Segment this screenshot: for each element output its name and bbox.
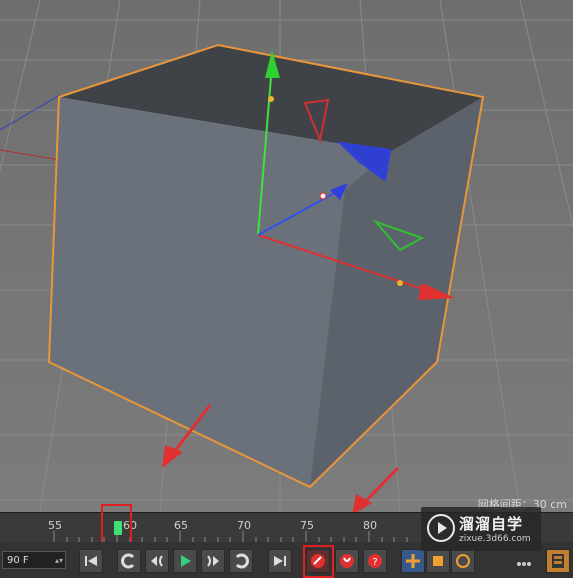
previous-key-button[interactable] [117, 549, 141, 573]
previous-frame-icon [151, 555, 163, 567]
watermark: 溜溜自学 zixue.3d66.com [421, 507, 541, 551]
viewport-canvas[interactable] [0, 0, 573, 512]
highlight-box-playhead [101, 504, 132, 546]
goto-end-button[interactable] [268, 549, 292, 573]
goto-start-button[interactable] [79, 549, 103, 573]
z-scale-dot [319, 192, 327, 200]
y-scale-dot [268, 96, 274, 102]
spinner-icon[interactable]: ▴▾ [55, 552, 63, 570]
next-frame-icon [207, 555, 219, 567]
previous-frame-button[interactable] [145, 549, 169, 573]
scale-key-icon [433, 556, 443, 566]
play-logo-icon [427, 514, 455, 542]
watermark-title: 溜溜自学 [459, 515, 524, 533]
x-scale-dot [397, 280, 403, 286]
next-key-icon [235, 553, 249, 569]
highlight-box-record [303, 545, 334, 578]
timeline-icon [552, 554, 564, 568]
move-key-button[interactable] [401, 549, 425, 573]
tick-label: 75 [300, 519, 314, 532]
end-frame-field[interactable]: 90 F ▴▾ [2, 551, 66, 569]
rotate-key-icon [456, 554, 470, 568]
keyframe-selection-button[interactable]: ? [363, 549, 387, 573]
end-frame-value: 90 F [7, 555, 29, 566]
tick-label: 70 [237, 519, 251, 532]
scale-key-button[interactable] [426, 549, 450, 573]
auto-keyframe-button[interactable] [335, 549, 359, 573]
auto-keyframe-icon [340, 554, 354, 568]
next-key-button[interactable] [229, 549, 253, 573]
previous-key-icon [121, 553, 135, 569]
play-icon [181, 555, 191, 567]
tick-label: 65 [174, 519, 188, 532]
svg-text:?: ? [372, 557, 377, 568]
goto-end-icon [274, 556, 286, 566]
watermark-subtitle: zixue.3d66.com [459, 534, 531, 544]
timeline-button[interactable] [546, 549, 570, 573]
move-key-icon [406, 554, 420, 568]
more-icon [517, 562, 531, 566]
goto-start-icon [85, 556, 97, 566]
3d-viewport[interactable]: 网格间距：30 cm [0, 0, 573, 512]
tick-label: 55 [48, 519, 62, 532]
more-button[interactable] [512, 549, 536, 573]
rotate-key-button[interactable] [451, 549, 475, 573]
next-frame-button[interactable] [201, 549, 225, 573]
play-button[interactable] [173, 549, 197, 573]
tick-label: 80 [363, 519, 377, 532]
keyframe-selection-icon: ? [368, 554, 382, 568]
